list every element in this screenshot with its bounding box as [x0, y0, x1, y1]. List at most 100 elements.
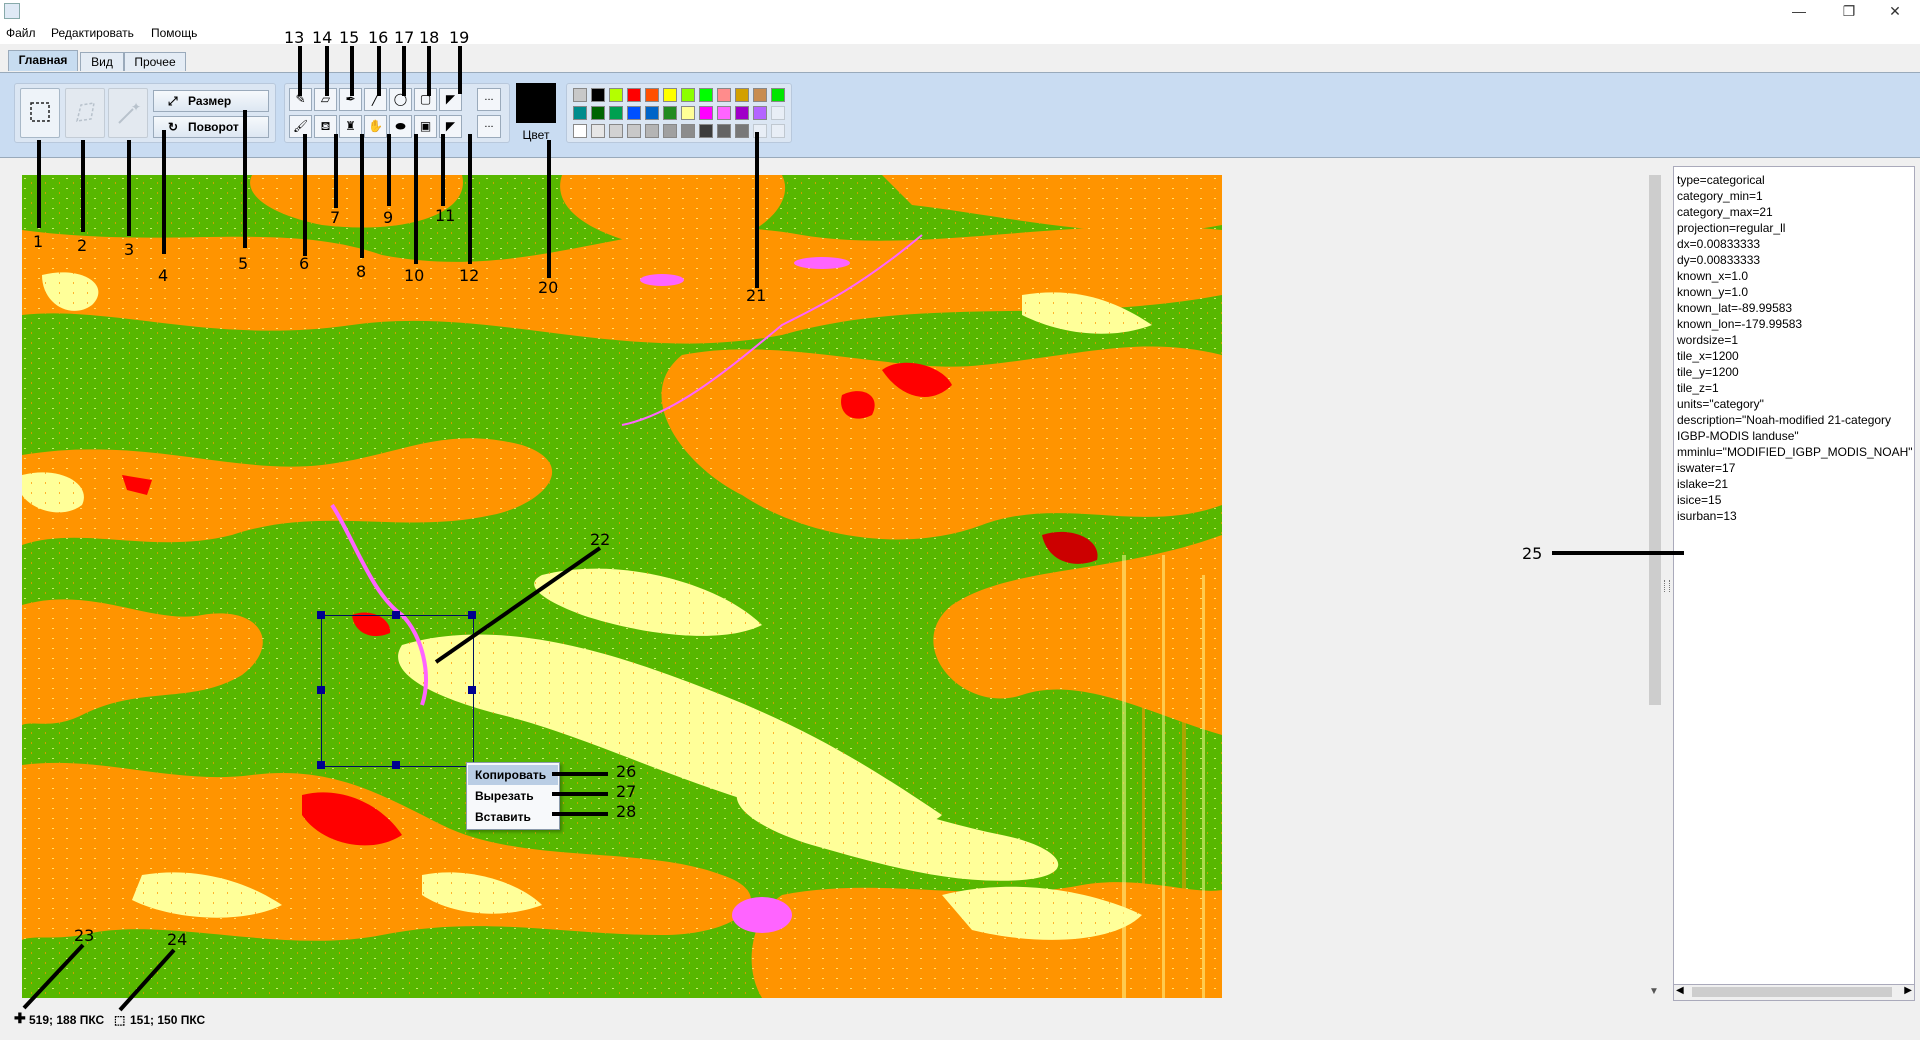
- fill-tool[interactable]: ⛾: [314, 115, 337, 138]
- palette-swatch[interactable]: [573, 106, 587, 120]
- eyedropper-tool[interactable]: ✒: [339, 88, 362, 111]
- ellipse-tool[interactable]: ◯: [389, 88, 412, 111]
- triangle-tool[interactable]: ◤: [439, 88, 462, 111]
- palette-swatch[interactable]: [663, 124, 677, 138]
- palette-swatch[interactable]: [717, 106, 731, 120]
- menu-file[interactable]: Файл: [6, 26, 36, 40]
- metadata-panel[interactable]: type=categorical category_min=1 category_m…: [1673, 166, 1915, 986]
- palette-swatch[interactable]: [609, 106, 623, 120]
- palette-swatch[interactable]: [735, 88, 749, 102]
- selection-handle[interactable]: [317, 761, 325, 769]
- palette-swatch[interactable]: [591, 88, 605, 102]
- palette-swatch[interactable]: [735, 106, 749, 120]
- metadata-line: known_x=1.0: [1677, 269, 1749, 283]
- palette-swatch[interactable]: [717, 88, 731, 102]
- tab-other[interactable]: Прочее: [124, 52, 186, 71]
- eyedropper-icon: ✒: [345, 92, 356, 106]
- more-filled-shapes-button[interactable]: ...: [477, 115, 501, 138]
- hand-tool[interactable]: ✋: [364, 115, 387, 138]
- more-shapes-button[interactable]: ...: [477, 88, 501, 111]
- palette-swatch[interactable]: [699, 88, 713, 102]
- palette-swatch[interactable]: [771, 88, 785, 102]
- metadata-line: iswater=17: [1677, 461, 1736, 475]
- palette-swatch[interactable]: [663, 106, 677, 120]
- vertical-scrollbar-thumb[interactable]: [1649, 175, 1661, 705]
- selection-group: ✦ ⤢ Размер ↻ Поворот: [14, 83, 276, 143]
- stamp-tool[interactable]: ♜: [339, 115, 362, 138]
- callout-10: 10: [404, 266, 425, 285]
- palette-swatch[interactable]: [609, 124, 623, 138]
- palette-swatch[interactable]: [681, 106, 695, 120]
- rotate-button[interactable]: ↻ Поворот: [153, 116, 269, 138]
- palette-swatch[interactable]: [681, 88, 695, 102]
- palette-swatch[interactable]: [645, 124, 659, 138]
- resize-label: Размер: [188, 94, 232, 108]
- palette-swatch[interactable]: [591, 124, 605, 138]
- scroll-down-arrow-icon[interactable]: ▼: [1649, 986, 1659, 997]
- restore-button[interactable]: ❐: [1826, 0, 1872, 22]
- palette-swatch[interactable]: [645, 106, 659, 120]
- minimize-button[interactable]: —: [1776, 0, 1822, 22]
- selection-handle[interactable]: [468, 686, 476, 694]
- free-select-button[interactable]: [65, 88, 105, 138]
- splitter-handle[interactable]: [1664, 580, 1670, 592]
- selection-rectangle[interactable]: [321, 615, 474, 767]
- palette-swatch[interactable]: [753, 88, 767, 102]
- palette-swatch[interactable]: [771, 124, 785, 138]
- filled-ellipse-tool[interactable]: ⬬: [389, 115, 412, 138]
- pencil-tool[interactable]: ✎: [289, 88, 312, 111]
- tab-view[interactable]: Вид: [80, 52, 124, 71]
- current-color[interactable]: [516, 83, 556, 123]
- selection-handle[interactable]: [468, 611, 476, 619]
- callout-5: 5: [238, 254, 249, 273]
- palette-swatch[interactable]: [717, 124, 731, 138]
- context-menu: Копировать Вырезать Вставить: [466, 762, 560, 830]
- landuse-map[interactable]: [22, 175, 1222, 998]
- rotate-icon: ↻: [168, 120, 179, 134]
- selection-handle[interactable]: [317, 686, 325, 694]
- line-icon: ╱: [371, 92, 380, 106]
- crosshair-icon: ✚: [14, 1010, 26, 1026]
- palette-swatch[interactable]: [753, 106, 767, 120]
- filled-rectangle-tool[interactable]: ▣: [414, 115, 437, 138]
- rect-select-button[interactable]: [20, 88, 60, 138]
- menu-cut[interactable]: Вырезать: [468, 786, 558, 806]
- callout-24: 24: [167, 930, 188, 949]
- menu-edit[interactable]: Редактировать: [51, 26, 134, 40]
- menu-help[interactable]: Помощь: [151, 26, 197, 40]
- palette-swatch[interactable]: [627, 88, 641, 102]
- menu-copy[interactable]: Копировать: [468, 765, 558, 785]
- selection-handle[interactable]: [392, 611, 400, 619]
- horizontal-scrollbar[interactable]: ◀ ▶: [1673, 984, 1915, 1001]
- selection-handle[interactable]: [392, 761, 400, 769]
- line-tool[interactable]: ╱: [364, 88, 387, 111]
- palette-swatch[interactable]: [609, 88, 623, 102]
- tab-main[interactable]: Главная: [8, 50, 78, 71]
- palette-swatch[interactable]: [573, 88, 587, 102]
- close-button[interactable]: ✕: [1872, 0, 1918, 22]
- palette-swatch[interactable]: [645, 88, 659, 102]
- menu-paste[interactable]: Вставить: [468, 807, 558, 827]
- selection-handle[interactable]: [317, 611, 325, 619]
- horizontal-scrollbar-thumb[interactable]: [1692, 987, 1892, 997]
- palette-swatch[interactable]: [753, 124, 767, 138]
- palette-swatch[interactable]: [735, 124, 749, 138]
- palette-swatch[interactable]: [771, 106, 785, 120]
- rectangle-tool[interactable]: ▢: [414, 88, 437, 111]
- brush-tool[interactable]: 🖌: [289, 115, 312, 138]
- scroll-right-arrow-icon[interactable]: ▶: [1904, 985, 1912, 996]
- palette-swatch[interactable]: [627, 124, 641, 138]
- scroll-left-arrow-icon[interactable]: ◀: [1676, 985, 1684, 996]
- eraser-tool[interactable]: ▱: [314, 88, 337, 111]
- callout-7: 7: [330, 208, 341, 227]
- palette-swatch[interactable]: [699, 124, 713, 138]
- magic-wand-button[interactable]: ✦: [108, 88, 148, 138]
- resize-button[interactable]: ⤢ Размер: [153, 90, 269, 112]
- palette-swatch[interactable]: [573, 124, 587, 138]
- palette-swatch[interactable]: [591, 106, 605, 120]
- filled-triangle-tool[interactable]: ◤: [439, 115, 462, 138]
- palette-swatch[interactable]: [699, 106, 713, 120]
- palette-swatch[interactable]: [627, 106, 641, 120]
- palette-swatch[interactable]: [681, 124, 695, 138]
- palette-swatch[interactable]: [663, 88, 677, 102]
